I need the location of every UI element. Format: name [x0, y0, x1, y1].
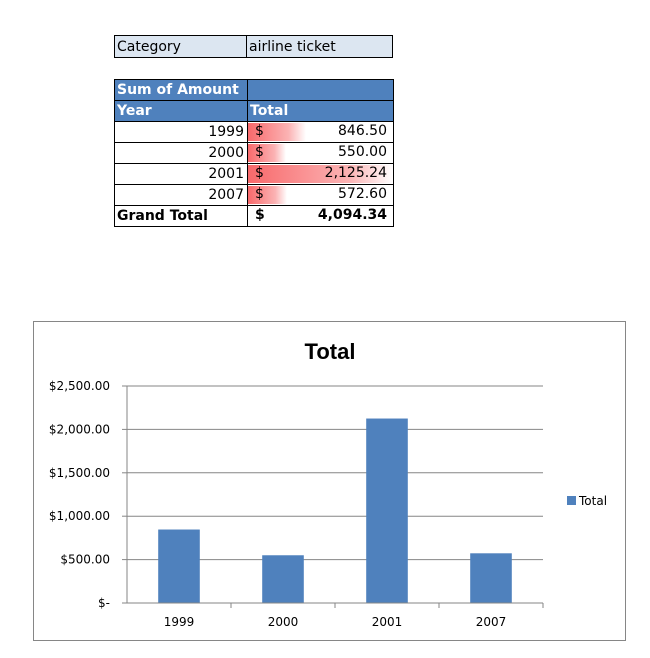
- currency-symbol: $: [255, 165, 264, 181]
- pivot-chart[interactable]: Total $- $500.00 $1,000.00 $1,500.00 $2,000.…: [33, 321, 626, 641]
- row-amount: 846.50: [338, 123, 387, 139]
- column-total-header: Total: [247, 100, 394, 122]
- y-tick-label: $2,500.00: [49, 379, 110, 393]
- row-amount: 550.00: [338, 144, 387, 160]
- y-tick-label: $1,000.00: [49, 509, 110, 523]
- row-amount: 572.60: [338, 186, 387, 202]
- y-tick-label: $1,500.00: [49, 466, 110, 480]
- legend-swatch: [567, 496, 576, 505]
- bar-2001[interactable]: [366, 418, 408, 603]
- chart-title: Total: [305, 339, 356, 364]
- y-tick-label: $500.00: [60, 553, 110, 567]
- report-filter: Category airline ticket: [114, 35, 393, 58]
- grand-total-amount: 4,094.34: [317, 207, 387, 223]
- y-tick-label: $-: [98, 596, 110, 610]
- pivot-table: Sum of Amount Year Total 1999 $ 846.50 2…: [114, 79, 394, 227]
- grand-total-row: Grand Total $ 4,094.34: [114, 205, 394, 227]
- table-row: 2000 $ 550.00: [114, 142, 394, 164]
- bar-series: [158, 418, 512, 603]
- pivot-header-blank: [247, 79, 394, 101]
- row-amount-cell: $ 2,125.24: [247, 163, 394, 185]
- row-year[interactable]: 1999: [114, 121, 248, 143]
- x-tick-label: 2001: [372, 615, 403, 629]
- chart-canvas: Total $- $500.00 $1,000.00 $1,500.00 $2,000.…: [49, 339, 607, 629]
- x-tick-label: 2000: [268, 615, 299, 629]
- x-tick-label: 2007: [476, 615, 507, 629]
- y-tick-label: $2,000.00: [49, 422, 110, 436]
- filter-value-dropdown[interactable]: airline ticket: [246, 35, 393, 58]
- row-year[interactable]: 2000: [114, 142, 248, 164]
- filter-label: Category: [114, 35, 247, 58]
- table-row: 2007 $ 572.60: [114, 184, 394, 206]
- data-bar: [248, 144, 286, 162]
- legend-label: Total: [578, 494, 607, 508]
- table-row: 1999 $ 846.50: [114, 121, 394, 143]
- x-tick-label: 1999: [164, 615, 195, 629]
- currency-symbol: $: [255, 186, 264, 202]
- bar-2007[interactable]: [470, 553, 512, 603]
- currency-symbol: $: [255, 207, 265, 223]
- legend[interactable]: Total: [567, 494, 607, 508]
- row-amount-cell: $ 846.50: [247, 121, 394, 143]
- row-amount-cell: $ 550.00: [247, 142, 394, 164]
- currency-symbol: $: [255, 123, 264, 139]
- grand-total-label: Grand Total: [114, 205, 248, 227]
- row-year[interactable]: 2007: [114, 184, 248, 206]
- row-amount-cell: $ 572.60: [247, 184, 394, 206]
- row-field-header[interactable]: Year: [114, 100, 248, 122]
- currency-symbol: $: [255, 144, 264, 160]
- bar-2000[interactable]: [262, 555, 304, 603]
- row-amount: 2,125.24: [324, 165, 387, 181]
- bar-1999[interactable]: [158, 529, 200, 603]
- table-row: 2001 $ 2,125.24: [114, 163, 394, 185]
- grand-total-cell: $ 4,094.34: [247, 205, 394, 227]
- data-bar: [248, 186, 288, 204]
- pivot-values-header: Sum of Amount: [114, 79, 248, 101]
- row-year[interactable]: 2001: [114, 163, 248, 185]
